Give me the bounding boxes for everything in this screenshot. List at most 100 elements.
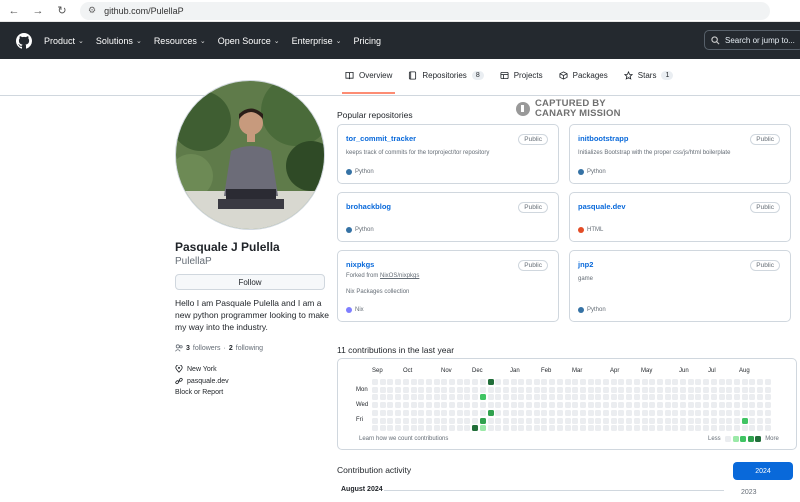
contribution-day[interactable] (664, 394, 671, 401)
contribution-day[interactable] (395, 386, 402, 393)
contribution-day[interactable] (518, 425, 525, 432)
contribution-day[interactable] (556, 417, 563, 424)
contribution-day[interactable] (703, 409, 710, 416)
contribution-day[interactable] (564, 409, 571, 416)
contribution-day[interactable] (695, 417, 702, 424)
contribution-day[interactable] (487, 409, 494, 416)
contribution-day[interactable] (733, 394, 740, 401)
contribution-day[interactable] (733, 386, 740, 393)
search-input[interactable]: Search or jump to... (704, 30, 800, 50)
contribution-day[interactable] (741, 394, 748, 401)
contribution-day[interactable] (549, 379, 556, 385)
contribution-day[interactable] (633, 386, 640, 393)
contribution-day[interactable] (502, 417, 509, 424)
contribution-day[interactable] (510, 425, 517, 432)
contribution-day[interactable] (526, 417, 532, 424)
repo-name-link[interactable]: pasquale.dev (578, 202, 626, 211)
contribution-day[interactable] (441, 379, 448, 385)
contribution-day[interactable] (641, 417, 648, 424)
contribution-day[interactable] (672, 402, 679, 409)
contribution-day[interactable] (487, 394, 494, 401)
contribution-day[interactable] (741, 402, 748, 409)
contribution-day[interactable] (487, 417, 494, 424)
contribution-day[interactable] (680, 386, 686, 393)
contribution-day[interactable] (633, 409, 640, 416)
contribution-day[interactable] (656, 417, 663, 424)
contribution-day[interactable] (757, 379, 763, 385)
contribution-day[interactable] (718, 394, 725, 401)
contribution-day[interactable] (549, 386, 556, 393)
contribution-day[interactable] (718, 379, 725, 385)
contribution-day[interactable] (618, 425, 625, 432)
contribution-day[interactable] (510, 379, 517, 385)
contribution-day[interactable] (372, 417, 378, 424)
contribution-day[interactable] (441, 425, 448, 432)
contribution-day[interactable] (687, 386, 694, 393)
contribution-day[interactable] (379, 402, 386, 409)
reload-icon[interactable]: ↻ (52, 1, 72, 21)
year-2023-link[interactable]: 2023 (741, 489, 757, 496)
avatar[interactable] (175, 80, 325, 230)
contribution-day[interactable] (449, 425, 455, 432)
contribution-day[interactable] (656, 409, 663, 416)
contribution-day[interactable] (433, 394, 440, 401)
contribution-day[interactable] (603, 417, 609, 424)
contribution-day[interactable] (649, 379, 656, 385)
contribution-day[interactable] (672, 417, 679, 424)
contribution-day[interactable] (664, 402, 671, 409)
contribution-day[interactable] (510, 409, 517, 416)
contribution-day[interactable] (757, 409, 763, 416)
contribution-day[interactable] (757, 402, 763, 409)
contribution-day[interactable] (379, 394, 386, 401)
header-nav-enterprise[interactable]: Enterprise ⌄ (292, 36, 342, 46)
contribution-day[interactable] (695, 394, 702, 401)
contribution-day[interactable] (510, 394, 517, 401)
contribution-day[interactable] (579, 417, 586, 424)
contribution-day[interactable] (395, 409, 402, 416)
contribution-day[interactable] (456, 386, 463, 393)
tab-projects[interactable]: Projects (500, 71, 543, 80)
contribution-day[interactable] (672, 379, 679, 385)
contribution-day[interactable] (672, 409, 679, 416)
contribution-day[interactable] (749, 417, 756, 424)
site-info-icon[interactable]: ⚙ (88, 5, 96, 16)
contribution-day[interactable] (425, 402, 432, 409)
contribution-day[interactable] (741, 425, 748, 432)
contribution-day[interactable] (726, 417, 733, 424)
contribution-day[interactable] (487, 386, 494, 393)
contribution-day[interactable] (726, 402, 733, 409)
contribution-day[interactable] (633, 394, 640, 401)
contribution-day[interactable] (703, 379, 710, 385)
contribution-day[interactable] (718, 417, 725, 424)
contribution-day[interactable] (502, 402, 509, 409)
contribution-day[interactable] (410, 402, 417, 409)
contribution-day[interactable] (618, 394, 625, 401)
contribution-day[interactable] (472, 409, 479, 416)
contribution-day[interactable] (541, 386, 548, 393)
contribution-day[interactable] (680, 379, 686, 385)
contribution-day[interactable] (587, 425, 594, 432)
contribution-day[interactable] (533, 386, 540, 393)
contribution-day[interactable] (703, 386, 710, 393)
contribution-day[interactable] (495, 402, 502, 409)
contribution-day[interactable] (618, 409, 625, 416)
contribution-day[interactable] (533, 417, 540, 424)
contribution-day[interactable] (595, 425, 602, 432)
contribution-day[interactable] (479, 409, 486, 416)
contribution-day[interactable] (395, 379, 402, 385)
contribution-day[interactable] (556, 409, 563, 416)
contribution-day[interactable] (695, 379, 702, 385)
contribution-day[interactable] (449, 386, 455, 393)
contribution-day[interactable] (379, 379, 386, 385)
contribution-day[interactable] (402, 417, 409, 424)
contribution-day[interactable] (541, 394, 548, 401)
contribution-day[interactable] (556, 425, 563, 432)
contribution-day[interactable] (579, 409, 586, 416)
contribution-day[interactable] (741, 379, 748, 385)
followers-label[interactable]: followers (193, 345, 221, 352)
tab-overview[interactable]: Overview (341, 71, 396, 94)
contribution-day[interactable] (372, 409, 378, 416)
contribution-day[interactable] (703, 402, 710, 409)
contribution-day[interactable] (510, 386, 517, 393)
contribution-day[interactable] (449, 417, 455, 424)
